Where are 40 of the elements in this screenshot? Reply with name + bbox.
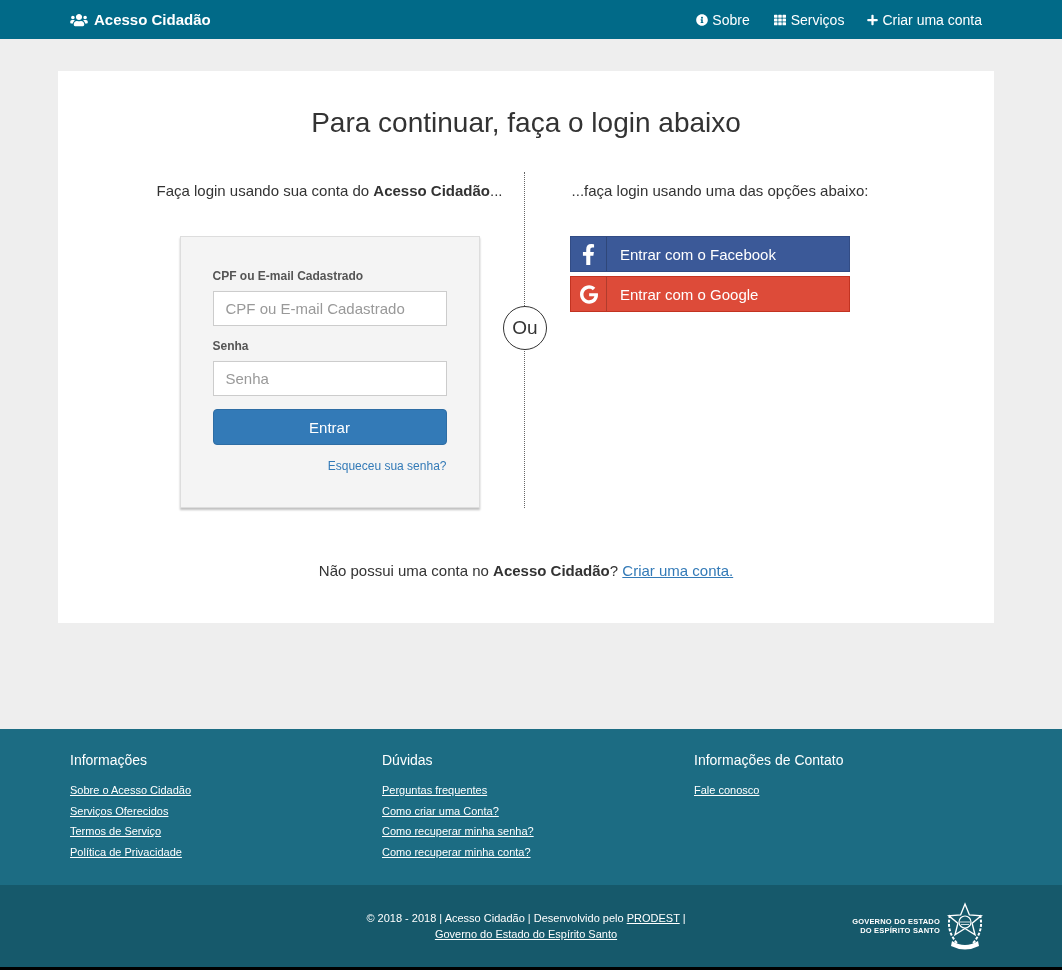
footer-heading: Informações [70, 752, 148, 768]
letter-f-icon [582, 243, 595, 265]
nav-link[interactable]: Criar uma conta [867, 11, 982, 28]
footer-link[interactable]: Política de Privacidade [70, 844, 182, 859]
users-icon [70, 12, 88, 27]
star-emblem-icon [945, 901, 985, 951]
government-link[interactable]: Governo do Estado do Espírito Santo [434, 928, 618, 940]
social-login-button[interactable]: Entrar com o Facebook [570, 236, 850, 272]
or-separator: Ou [503, 306, 547, 350]
account-login-intro: Faça login usando sua conta do Acesso Cidadão... [156, 181, 503, 201]
footer-link[interactable]: Sobre o Acesso Cidadão [70, 783, 192, 797]
signup-link[interactable]: Criar uma conta. [622, 562, 734, 579]
signup-prompt: Não possui uma conta no Acesso Cidadão? Criar uma conta. [317, 561, 735, 581]
plus-icon [867, 13, 879, 26]
field-label: CPF ou E-mail Cadastrado [212, 269, 365, 283]
footer-link[interactable]: Termos de Serviço [70, 824, 162, 838]
page-title: Para continuar, faça o login abaixo [310, 106, 742, 140]
forgot-password-link[interactable]: Esqueceu sua senha? [327, 459, 447, 473]
footer-heading: Informações de Contato [694, 752, 844, 768]
footer-link[interactable]: Fale conosco [694, 783, 760, 797]
social-login-button[interactable]: Entrar com o Google [570, 276, 850, 312]
footer-link[interactable]: Perguntas frequentes [382, 783, 488, 797]
nav-link[interactable]: Sobre [696, 11, 750, 28]
letter-g-icon [579, 284, 598, 304]
footer-link[interactable]: Serviços Oferecidos [70, 803, 169, 818]
info-icon [696, 13, 709, 26]
footer-link[interactable]: Como recuperar minha senha? [382, 824, 534, 838]
social-login-intro: ...faça login usando uma das opções abaixo: [570, 181, 870, 201]
input-field[interactable]: Senha [212, 361, 447, 396]
developer-link[interactable]: PRODEST [626, 912, 680, 924]
brand-link[interactable]: Acesso Cidadão [70, 11, 211, 28]
grid-icon [772, 13, 787, 26]
footer-link[interactable]: Como recuperar minha conta? [382, 844, 531, 859]
input-field[interactable]: CPF ou E-mail Cadastrado [212, 291, 447, 326]
nav-link[interactable]: Serviços [772, 11, 845, 28]
copyright-text: © 2018 - 2018 | Acesso Cidadão | Desenvolvido pelo PRODEST | Governo do Estado do Espírito Santo [366, 911, 686, 942]
footer-link[interactable]: Como criar uma Conta? [382, 803, 499, 818]
footer-heading: Dúvidas [382, 752, 433, 768]
field-label: Senha [212, 339, 250, 353]
submit-button[interactable]: Entrar [212, 409, 447, 445]
